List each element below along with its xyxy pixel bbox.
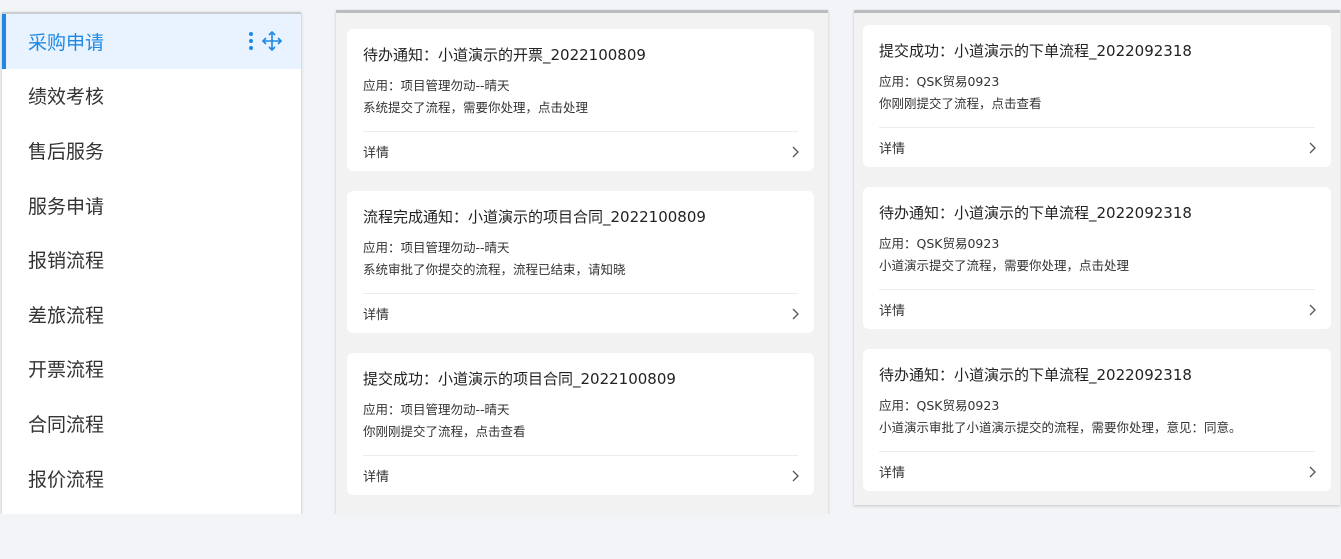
bottom-area <box>0 514 1341 559</box>
detail-label: 详情 <box>363 146 390 161</box>
card-message: 小道演示提交了流程，需要你处理，点击处理 <box>879 258 1130 273</box>
sidebar-item-after-sales[interactable]: 售后服务 <box>2 123 301 178</box>
card-message: 你刚刚提交了流程，点击查看 <box>879 96 1042 111</box>
card-divider <box>879 289 1315 290</box>
chevron-right-icon <box>792 146 799 157</box>
chevron-right-icon <box>1309 304 1316 315</box>
sidebar-item-label: 报价流程 <box>28 468 105 491</box>
card-title: 流程完成通知：小道演示的项目合同_2022100809 <box>363 208 706 226</box>
card-message: 系统提交了流程，需要你处理，点击处理 <box>363 100 589 115</box>
card-app: 应用：QSK贸易0923 <box>879 74 1000 89</box>
sidebar-item-service-request[interactable]: 服务申请 <box>2 178 301 233</box>
move-icon[interactable] <box>261 30 283 52</box>
card-divider <box>363 455 798 456</box>
sidebar-item-quotation[interactable]: 报价流程 <box>2 451 301 506</box>
card-message: 小道演示审批了小道演示提交的流程，需要你处理，意见：同意。 <box>879 420 1242 435</box>
detail-label: 详情 <box>363 470 390 485</box>
notification-card[interactable]: 流程完成通知：小道演示的项目合同_2022100809 应用：项目管理勿动--晴… <box>347 191 814 333</box>
sidebar-item-label: 采购申请 <box>28 31 105 54</box>
sidebar-menu: 采购申请 绩效考核 售后服务 服务申请 报销流程 差旅流程 开票流程 合同流程 … <box>2 12 301 514</box>
card-app: 应用：项目管理勿动--晴天 <box>363 240 510 255</box>
notification-card[interactable]: 提交成功：小道演示的项目合同_2022100809 应用：项目管理勿动--晴天 … <box>347 353 814 495</box>
sidebar-item-travel[interactable]: 差旅流程 <box>2 287 301 342</box>
card-message: 你刚刚提交了流程，点击查看 <box>363 424 526 439</box>
card-title: 待办通知：小道演示的下单流程_2022092318 <box>879 204 1192 222</box>
card-detail-link[interactable]: 详情 <box>879 138 1317 157</box>
sidebar-item-invoice[interactable]: 开票流程 <box>2 342 301 397</box>
sidebar-item-label: 售后服务 <box>28 140 105 163</box>
chevron-right-icon <box>1309 142 1316 153</box>
sidebar-item-purchase[interactable]: 采购申请 <box>2 14 301 69</box>
chevron-right-icon <box>1309 466 1316 477</box>
card-title: 待办通知：小道演示的开票_2022100809 <box>363 46 646 64</box>
sidebar-item-label: 开票流程 <box>28 359 105 382</box>
detail-label: 详情 <box>363 308 390 323</box>
card-app: 应用：项目管理勿动--晴天 <box>363 78 510 93</box>
card-message: 系统审批了你提交的流程，流程已结束，请知晓 <box>363 262 626 277</box>
card-divider <box>363 131 798 132</box>
sidebar-tools <box>249 30 283 52</box>
notification-card[interactable]: 待办通知：小道演示的下单流程_2022092318 应用：QSK贸易0923 小… <box>863 187 1331 329</box>
card-detail-link[interactable]: 详情 <box>879 462 1317 481</box>
chevron-right-icon <box>792 308 799 319</box>
card-app: 应用：QSK贸易0923 <box>879 398 1000 413</box>
detail-label: 详情 <box>879 466 906 481</box>
notification-card[interactable]: 待办通知：小道演示的下单流程_2022092318 应用：QSK贸易0923 小… <box>863 349 1331 491</box>
sidebar-item-performance[interactable]: 绩效考核 <box>2 69 301 124</box>
detail-label: 详情 <box>879 304 906 319</box>
card-detail-link[interactable]: 详情 <box>363 466 800 485</box>
notification-card[interactable]: 提交成功：小道演示的下单流程_2022092318 应用：QSK贸易0923 你… <box>863 25 1331 167</box>
sidebar-item-label: 绩效考核 <box>28 86 105 109</box>
notification-column-2: 提交成功：小道演示的下单流程_2022092318 应用：QSK贸易0923 你… <box>854 10 1340 505</box>
sidebar-item-label: 合同流程 <box>28 413 105 436</box>
sidebar-item-label: 服务申请 <box>28 195 105 218</box>
notification-card[interactable]: 待办通知：小道演示的开票_2022100809 应用：项目管理勿动--晴天 系统… <box>347 29 814 171</box>
sidebar-item-label: 差旅流程 <box>28 304 105 327</box>
card-detail-link[interactable]: 详情 <box>879 300 1317 319</box>
chevron-right-icon <box>792 470 799 481</box>
card-app: 应用：项目管理勿动--晴天 <box>363 402 510 417</box>
sidebar-item-contract[interactable]: 合同流程 <box>2 396 301 451</box>
card-divider <box>363 293 798 294</box>
sidebar-item-reimbursement[interactable]: 报销流程 <box>2 232 301 287</box>
card-title: 提交成功：小道演示的下单流程_2022092318 <box>879 42 1192 60</box>
card-title: 待办通知：小道演示的下单流程_2022092318 <box>879 366 1192 384</box>
card-app: 应用：QSK贸易0923 <box>879 236 1000 251</box>
more-vertical-icon[interactable] <box>249 32 253 51</box>
detail-label: 详情 <box>879 142 906 157</box>
notification-column-1: 待办通知：小道演示的开票_2022100809 应用：项目管理勿动--晴天 系统… <box>336 10 828 515</box>
card-divider <box>879 451 1315 452</box>
card-detail-link[interactable]: 详情 <box>363 142 800 161</box>
card-divider <box>879 127 1315 128</box>
sidebar-item-label: 报销流程 <box>28 250 105 273</box>
card-detail-link[interactable]: 详情 <box>363 304 800 323</box>
card-title: 提交成功：小道演示的项目合同_2022100809 <box>363 370 676 388</box>
